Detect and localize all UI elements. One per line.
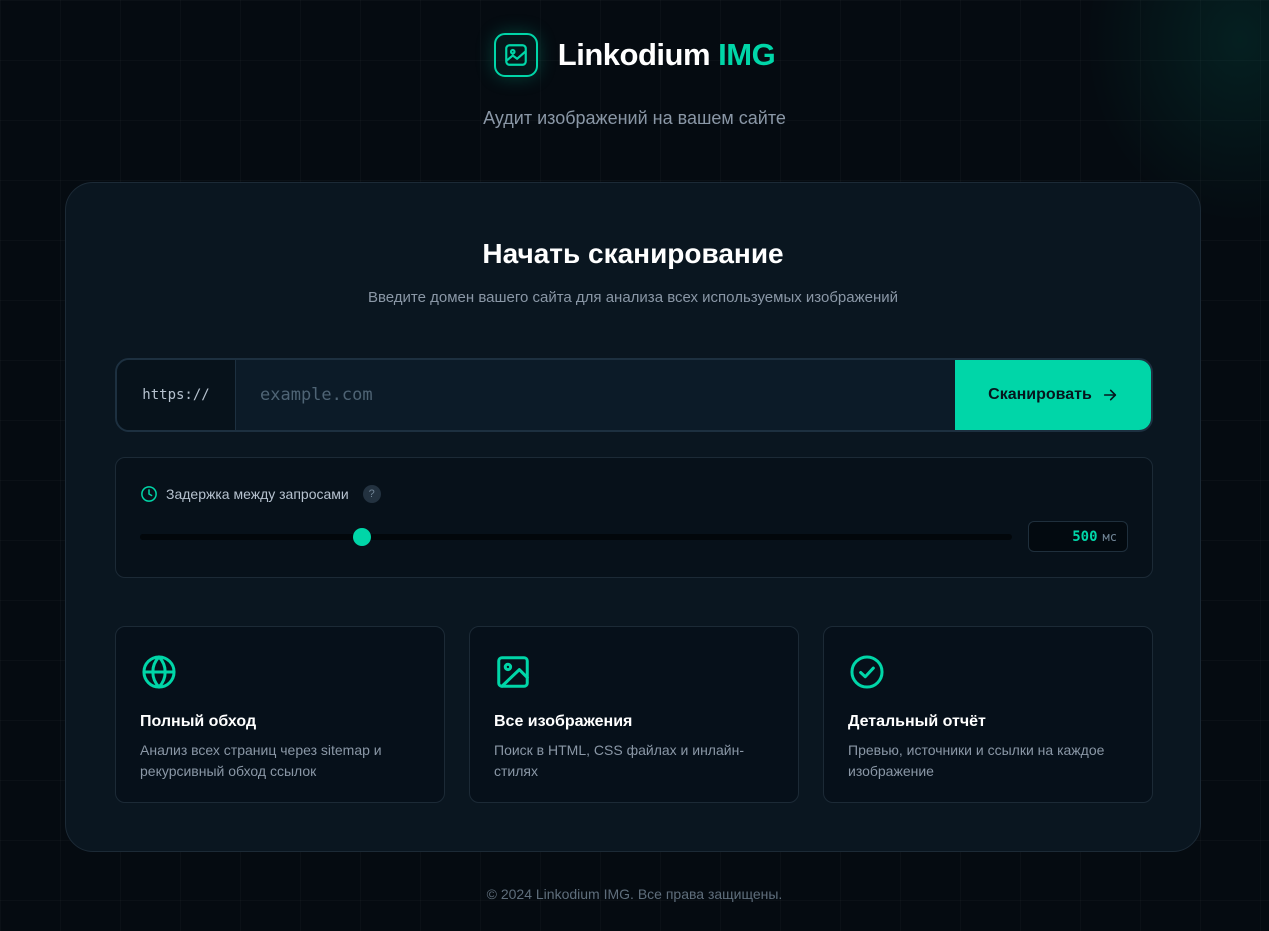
- footer-copyright: © 2024 Linkodium IMG. Все права защищены…: [486, 886, 783, 902]
- url-input-group: https:// Сканировать: [115, 358, 1153, 432]
- feature-card-crawl: Полный обход Анализ всех страниц через s…: [115, 626, 445, 803]
- globe-icon: [142, 655, 176, 689]
- image-icon: [497, 656, 529, 688]
- delay-slider-fill: [140, 534, 363, 540]
- feature-card-images: Все изображения Поиск в HTML, CSS файлах…: [469, 626, 799, 803]
- delay-slider-track[interactable]: [140, 528, 1012, 546]
- feature-description: Анализ всех страниц через sitemap и реку…: [140, 742, 382, 779]
- scan-button[interactable]: Сканировать: [955, 360, 1151, 430]
- brand-name: Linkodium IMG: [557, 37, 776, 73]
- delay-panel: Задержка между запросами ? 500 мс: [115, 457, 1153, 578]
- help-icon[interactable]: ?: [362, 485, 381, 503]
- domain-input[interactable]: [236, 360, 955, 430]
- feature-title: Детальный отчёт: [848, 713, 986, 730]
- check-circle-icon: [850, 655, 884, 689]
- delay-value-box[interactable]: 500 мс: [1028, 521, 1128, 552]
- scan-button-label: Сканировать: [988, 386, 1092, 403]
- brand-header: Linkodium IMG: [0, 33, 1269, 77]
- delay-label: Задержка между запросами: [166, 486, 349, 502]
- delay-label-row: Задержка между запросами ?: [140, 485, 381, 503]
- image-chart-icon: [493, 33, 538, 77]
- brand-name-accent: IMG: [718, 37, 776, 72]
- feature-description: Поиск в HTML, CSS файлах и инлайн-стилях: [494, 742, 744, 779]
- feature-description: Превью, источники и ссылки на каждое изо…: [848, 742, 1105, 779]
- card-title: Начать сканирование: [482, 238, 784, 269]
- feature-title: Полный обход: [140, 713, 257, 730]
- arrow-right-icon: [1103, 389, 1116, 401]
- delay-value: 500: [1072, 528, 1098, 545]
- feature-list: Полный обход Анализ всех страниц через s…: [115, 626, 1153, 803]
- delay-unit: мс: [1102, 529, 1117, 544]
- card-subtitle: Введите домен вашего сайта для анализа в…: [367, 289, 899, 306]
- feature-card-report: Детальный отчёт Превью, источники и ссыл…: [823, 626, 1153, 803]
- brand-name-main: Linkodium: [557, 37, 711, 72]
- delay-slider-thumb[interactable]: [353, 528, 372, 546]
- scan-card: Начать сканирование Введите домен вашего…: [65, 182, 1201, 852]
- clock-icon: [141, 486, 157, 502]
- url-prefix: https://: [117, 360, 236, 430]
- tagline: Аудит изображений на вашем сайте: [483, 108, 786, 128]
- feature-title: Все изображения: [494, 713, 633, 730]
